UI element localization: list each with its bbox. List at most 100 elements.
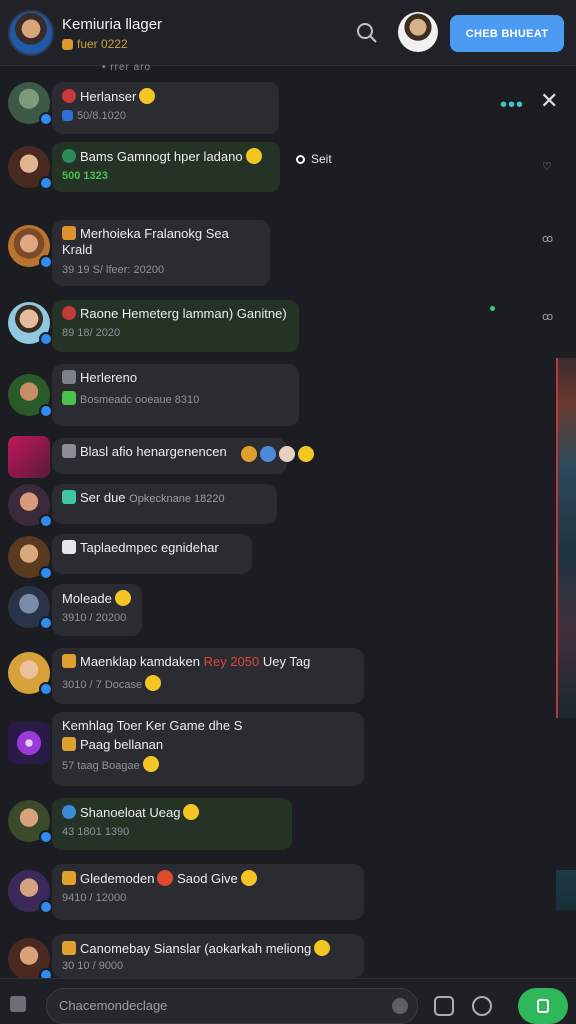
- verified-badge-icon: [39, 566, 53, 580]
- verified-badge-icon: [39, 332, 53, 346]
- message-input-placeholder: Chacemondeclage: [59, 998, 168, 1013]
- message-bubble[interactable]: Raone Hemeterg lamman) Ganitne) 89 18/ 2…: [52, 300, 299, 352]
- reaction-icon[interactable]: ꝏ: [542, 232, 553, 245]
- message-bubble[interactable]: Maenklap kamdaken Rey 2050 Uey Tag 3010 …: [52, 648, 364, 704]
- group-avatar[interactable]: [8, 10, 54, 56]
- message-text-end: Saod Give: [177, 871, 238, 886]
- message-bubble[interactable]: Merhoieka Fralanokg Sea Krald 39 19 S/ l…: [52, 220, 270, 286]
- message-bubble[interactable]: Shanoeloat Ueag 43 1801 1390: [52, 798, 292, 850]
- reaction-icon[interactable]: ꝏ: [542, 310, 553, 323]
- role-icon: [62, 941, 76, 955]
- message-bubble[interactable]: Ser due Opkecknane 18220: [52, 484, 277, 524]
- gif-icon[interactable]: [434, 996, 454, 1016]
- chat-subtitle: fuer 0222: [62, 37, 128, 51]
- role-icon: [62, 540, 76, 554]
- message-text: Merhoieka Fralanokg Sea Krald: [62, 226, 229, 257]
- message-text: Herlereno: [80, 370, 138, 385]
- tag-icon: [62, 110, 73, 121]
- message-bubble[interactable]: Herlanser 50/8.1020: [52, 82, 279, 134]
- emoji-picker-icon[interactable]: [392, 998, 408, 1014]
- verified-badge-icon: [39, 404, 53, 418]
- message-bubble[interactable]: Herlereno Bosmeadc ooeaue 8310: [52, 364, 299, 426]
- avatar[interactable]: [8, 652, 53, 696]
- message-bubble[interactable]: Kemhlag Toer Ker Game dhe S Paag bellana…: [52, 712, 364, 786]
- header-action-button[interactable]: CHEB BHUEAT: [450, 15, 564, 52]
- chat-subtitle-text: fuer 0222: [77, 37, 128, 51]
- avatar[interactable]: [8, 800, 53, 844]
- message-text: Ser due: [80, 490, 126, 505]
- message-text: Bams Gamnogt hper ladano: [80, 149, 243, 164]
- emoji-icon: [240, 870, 257, 886]
- avatar[interactable]: [8, 938, 53, 982]
- role-icon: [62, 226, 76, 240]
- emoji-icon: [142, 756, 159, 772]
- avatar[interactable]: [8, 225, 53, 269]
- globe-icon: [62, 805, 76, 819]
- verified-badge-icon: [39, 900, 53, 914]
- avatar[interactable]: [8, 586, 53, 630]
- emoji-icon: [183, 804, 200, 820]
- more-options-icon[interactable]: •••: [500, 94, 524, 117]
- search-icon[interactable]: [354, 20, 380, 46]
- message-bubble[interactable]: Gledemoden Saod Give 9410 / 12000: [52, 864, 364, 920]
- emoji-reactions[interactable]: [238, 446, 314, 464]
- message-bubble[interactable]: Taplaedmpec egnidehar: [52, 534, 252, 574]
- online-dot: [490, 306, 495, 311]
- avatar[interactable]: [8, 82, 53, 126]
- message-meta: 500 1323: [62, 170, 108, 182]
- role-icon: [62, 490, 76, 504]
- message-text: Shanoeloat Ueag: [80, 805, 181, 820]
- message-bubble[interactable]: Moleade 3910 / 20200: [52, 584, 142, 636]
- message-text-end: Uey Tag: [262, 654, 311, 669]
- verified-badge-icon: [39, 514, 53, 528]
- status-ring-icon: [296, 155, 305, 164]
- avatar[interactable]: [8, 146, 53, 190]
- user-avatar[interactable]: [398, 12, 438, 52]
- attach-icon[interactable]: [10, 996, 26, 1012]
- message-meta: 30 10 / 9000: [62, 960, 124, 972]
- message-bubble[interactable]: Canomebay Sianslar (aokarkah meliong 30 …: [52, 934, 364, 978]
- verified-badge-icon: [39, 112, 53, 126]
- close-icon[interactable]: ✕: [540, 88, 558, 114]
- message-meta: 57 taag Boagae: [62, 760, 140, 772]
- avatar[interactable]: [8, 374, 53, 418]
- message-input[interactable]: Chacemondeclage: [46, 988, 418, 1024]
- avatar[interactable]: [8, 436, 50, 478]
- schedule-icon[interactable]: [472, 996, 492, 1016]
- message-meta: Bosmeadc ooeaue 8310: [80, 394, 200, 406]
- message-text: Blasl afio henargenencen: [80, 444, 227, 459]
- emoji-icon: [314, 940, 331, 956]
- message-highlight: Rey 2050: [203, 654, 260, 669]
- message-text: Raone Hemeterg lamman) Ganitne): [80, 306, 287, 321]
- avatar[interactable]: [8, 870, 53, 914]
- message-text: Herlanser: [80, 89, 137, 104]
- side-label-text: Seit: [311, 152, 332, 166]
- emoji-icon: [260, 446, 276, 462]
- avatar[interactable]: [8, 484, 53, 528]
- verified-badge-icon: [39, 616, 53, 630]
- heart-icon[interactable]: ♡: [542, 160, 552, 173]
- emoji-icon: [279, 446, 295, 462]
- emoji-icon: [114, 590, 131, 606]
- message-bubble[interactable]: Bams Gamnogt hper ladano 500 1323: [52, 142, 280, 192]
- emoji-icon: [298, 446, 314, 462]
- side-label: Seit: [296, 152, 332, 166]
- avatar[interactable]: [8, 722, 50, 764]
- avatar[interactable]: [8, 302, 53, 346]
- verified-badge-icon: [39, 255, 53, 269]
- trophy-icon: [62, 39, 73, 50]
- message-meta: 39 19 S/ lfeer: 20200: [62, 264, 165, 276]
- emoji-icon: [245, 148, 262, 164]
- role-icon: [62, 89, 76, 103]
- role-icon: [62, 654, 76, 668]
- message-meta: 3010 / 7 Docase: [62, 679, 143, 691]
- verified-badge-icon: [39, 830, 53, 844]
- header-status-text: • rrer aro: [102, 62, 152, 73]
- message-text: Kemhlag Toer Ker Game dhe S: [62, 718, 243, 733]
- avatar[interactable]: [8, 536, 53, 580]
- emoji-icon: [157, 870, 174, 886]
- emoji-icon: [145, 675, 162, 691]
- role-icon: [62, 737, 76, 751]
- send-button[interactable]: [518, 988, 568, 1024]
- game-artwork-image: [556, 358, 576, 718]
